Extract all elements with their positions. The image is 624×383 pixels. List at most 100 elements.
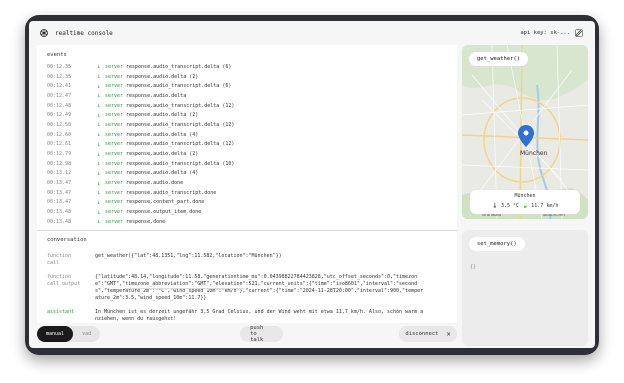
edit-icon[interactable]	[575, 29, 583, 37]
event-time: 00:13.12	[47, 170, 72, 177]
event-name: response.audio.delta (2)	[126, 112, 199, 119]
conversation-panel[interactable]: conversation function call get_weather({"…	[37, 234, 457, 323]
event-name: response.audio.delta (2)	[126, 73, 199, 80]
arrow-down-icon: ↓	[97, 131, 101, 139]
events-panel[interactable]: events 00:12.35 ↓ server response.audio_tra…	[37, 45, 457, 230]
event-name: response.audio_transcript.delta (6)	[126, 83, 232, 90]
app-title: realtime console	[55, 29, 113, 37]
push-to-talk-button[interactable]: push to talk	[240, 325, 283, 343]
bottom-bar: manual vad push to talk disconnect ✕	[37, 323, 457, 345]
arrow-down-icon: ↓	[97, 150, 101, 158]
event-name: response.audio_transcript.delta (10)	[126, 160, 235, 167]
map-label-center: München	[520, 150, 548, 157]
event-row[interactable]: 00:13.48 ↓ server response.output_item.done	[47, 207, 447, 217]
event-source: server	[105, 112, 124, 119]
arrow-down-icon: ↓	[97, 169, 101, 177]
memory-value: {}	[470, 264, 477, 270]
disconnect-button[interactable]: disconnect ✕	[399, 326, 457, 342]
event-source: server	[105, 83, 124, 90]
main-panel: events 00:12.35 ↓ server response.audio_tra…	[37, 45, 457, 323]
event-row[interactable]: 00:13.48 ↓ server response.done	[47, 217, 447, 227]
event-time: 00:13.48	[47, 209, 72, 216]
arrow-down-icon: ↓	[97, 82, 101, 90]
arrow-down-icon: ↓	[97, 140, 101, 148]
event-name: response.audio_transcript.delta (6)	[126, 63, 232, 70]
conversation-item: function call output {"latitude":48.14,"l…	[47, 274, 447, 302]
arrow-down-icon: ↓	[97, 111, 101, 119]
event-source: server	[105, 160, 124, 167]
arrow-down-icon: ↓	[97, 121, 101, 129]
event-row[interactable]: 00:12.50 ↓ server response.audio_transcript…	[47, 120, 447, 130]
weather-map-card[interactable]: München Grünwald Taufkirchen get_weather…	[462, 45, 588, 219]
weather-values: 🌡 3.5 °C 🍃 11.7 km/h	[491, 203, 559, 209]
event-row[interactable]: 00:13.47 ↓ server response.content_part.don…	[47, 198, 447, 208]
event-row[interactable]: 00:12.60 ↓ server response.audio.delta (4)	[47, 130, 447, 140]
event-time: 00:12.61	[47, 141, 72, 148]
event-time: 00:12.79	[47, 151, 72, 158]
arrow-down-icon: ↓	[97, 218, 101, 226]
event-name: response.content_part.done	[126, 199, 205, 206]
api-key[interactable]: api key: sk-...	[520, 29, 583, 37]
event-source: server	[105, 102, 124, 109]
arrow-down-icon: ↓	[97, 198, 101, 206]
event-row[interactable]: 00:12.35 ↓ server response.audio_transcript…	[47, 62, 447, 72]
event-source: server	[105, 151, 124, 158]
mode-vad-option[interactable]: vad	[73, 326, 100, 342]
conversation-role: function call	[47, 253, 72, 266]
event-time: 00:13.48	[47, 218, 72, 225]
event-row[interactable]: 00:12.47 ↓ server response.audio.delta	[47, 91, 447, 101]
memory-card[interactable]: set_memory() {}	[462, 230, 588, 346]
event-time: 00:12.60	[47, 131, 72, 138]
event-time: 00:12.49	[47, 112, 72, 119]
event-source: server	[105, 131, 124, 138]
conversation-title: conversation	[47, 237, 87, 243]
arrow-down-icon: ↓	[97, 189, 101, 197]
event-row[interactable]: 00:13.47 ↓ server response.audio.done	[47, 178, 447, 188]
event-time: 00:12.50	[47, 121, 72, 128]
panel-divider	[37, 230, 457, 231]
event-source: server	[105, 180, 124, 187]
event-name: response.audio_transcript.delta (12)	[126, 121, 235, 128]
event-name: response.audio.delta (4)	[126, 131, 199, 138]
event-source: server	[105, 189, 124, 196]
app-window: realtime console api key: sk-... events …	[29, 21, 595, 348]
arrow-down-icon: ↓	[97, 102, 101, 110]
arrow-down-icon: ↓	[97, 92, 101, 100]
mode-toggle[interactable]: manual vad	[37, 326, 101, 342]
conversation-role: assistant	[47, 309, 75, 315]
event-row[interactable]: 00:12.61 ↓ server response.audio_transcript…	[47, 140, 447, 150]
event-time: 00:12.48	[47, 102, 72, 109]
event-source: server	[105, 209, 124, 216]
event-row[interactable]: 00:12.41 ↓ server response.audio_transcript…	[47, 81, 447, 91]
event-name: response.done	[126, 218, 166, 225]
event-name: response.audio_transcript.done	[126, 189, 217, 196]
get-weather-pill: get_weather()	[469, 52, 529, 66]
event-time: 00:12.47	[47, 92, 72, 99]
event-source: server	[105, 141, 124, 148]
event-name: response.audio.delta (2)	[126, 151, 199, 158]
event-row[interactable]: 00:12.35 ↓ server response.audio.delta (2)	[47, 72, 447, 82]
events-list: 00:12.35 ↓ server response.audio_transcript…	[47, 62, 447, 227]
event-source: server	[105, 63, 124, 70]
openai-logo-icon	[40, 29, 48, 37]
event-row[interactable]: 00:12.79 ↓ server response.audio.delta (2)	[47, 149, 447, 159]
mode-manual-option[interactable]: manual	[37, 326, 74, 342]
arrow-down-icon: ↓	[97, 160, 101, 168]
arrow-down-icon: ↓	[97, 73, 101, 81]
event-name: response.audio_transcript.delta (12)	[126, 141, 235, 148]
conversation-separator	[125, 288, 245, 289]
close-icon: ✕	[446, 330, 451, 338]
event-row[interactable]: 00:12.49 ↓ server response.audio.delta (2)	[47, 110, 447, 120]
event-source: server	[105, 92, 124, 99]
top-bar: realtime console api key: sk-...	[29, 21, 595, 45]
event-source: server	[105, 73, 124, 80]
event-row[interactable]: 00:12.48 ↓ server response.audio_transcript…	[47, 101, 447, 111]
event-time: 00:12.35	[47, 73, 72, 80]
event-source: server	[105, 170, 124, 177]
event-time: 00:12.98	[47, 160, 72, 167]
event-time: 00:12.35	[47, 63, 72, 70]
event-row[interactable]: 00:13.47 ↓ server response.audio_transcript…	[47, 188, 447, 198]
event-name: response.output_item.done	[126, 209, 202, 216]
event-row[interactable]: 00:12.98 ↓ server response.audio_transcript…	[47, 159, 447, 169]
event-row[interactable]: 00:13.12 ↓ server response.audio.delta (4)	[47, 169, 447, 179]
